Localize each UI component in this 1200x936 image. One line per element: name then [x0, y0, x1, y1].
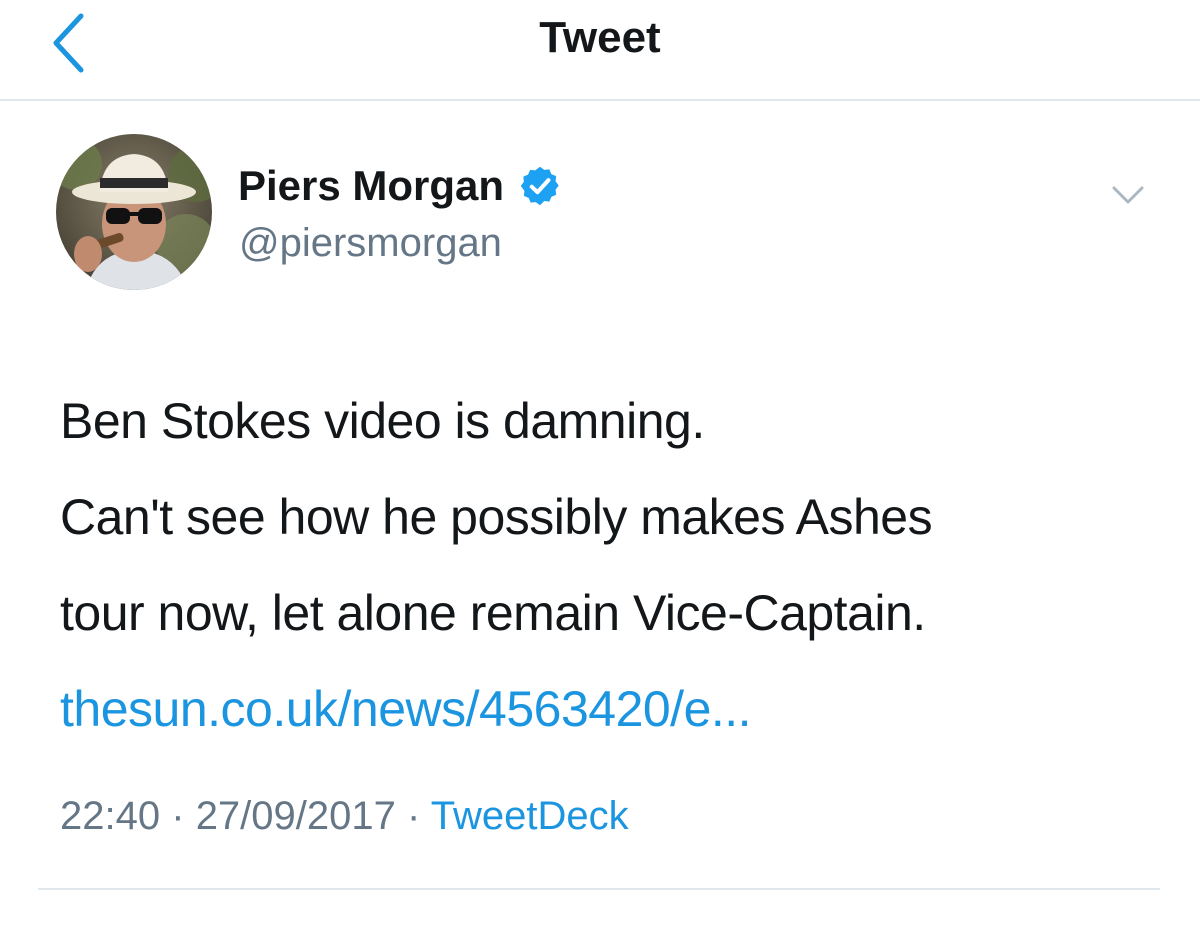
tweet-link[interactable]: thesun.co.uk/news/4563420/e...: [60, 661, 1170, 757]
tweet-date: 27/09/2017: [195, 794, 396, 838]
nav-bar: Tweet: [0, 0, 1200, 101]
tweet-time: 22:40: [60, 794, 161, 838]
verified-badge-icon: [520, 166, 559, 206]
tweet-text-line: tour now, let alone remain Vice-Captain.: [60, 585, 926, 641]
author-name-row[interactable]: Piers Morgan: [238, 160, 562, 212]
tweet-menu-button[interactable]: [1108, 175, 1148, 215]
page-title: Tweet: [539, 13, 661, 62]
tweet-source-link[interactable]: TweetDeck: [431, 794, 629, 838]
tweet-meta: 22:40 · 27/09/2017 · TweetDeck: [60, 790, 629, 842]
author-name: Piers Morgan: [238, 162, 505, 209]
divider: [38, 888, 1160, 890]
author-handle[interactable]: @piersmorgan: [239, 218, 502, 268]
tweet-text-line: Can't see how he possibly makes Ashes: [60, 489, 933, 545]
avatar[interactable]: [56, 134, 212, 290]
avatar-image: [56, 134, 212, 290]
meta-separator: ·: [407, 794, 421, 838]
tweet-text-line: Ben Stokes video is damning.: [60, 393, 705, 449]
tweet-text: Ben Stokes video is damning. Can't see h…: [60, 373, 1170, 757]
chevron-down-icon: [1112, 186, 1144, 204]
meta-separator: ·: [171, 794, 185, 838]
